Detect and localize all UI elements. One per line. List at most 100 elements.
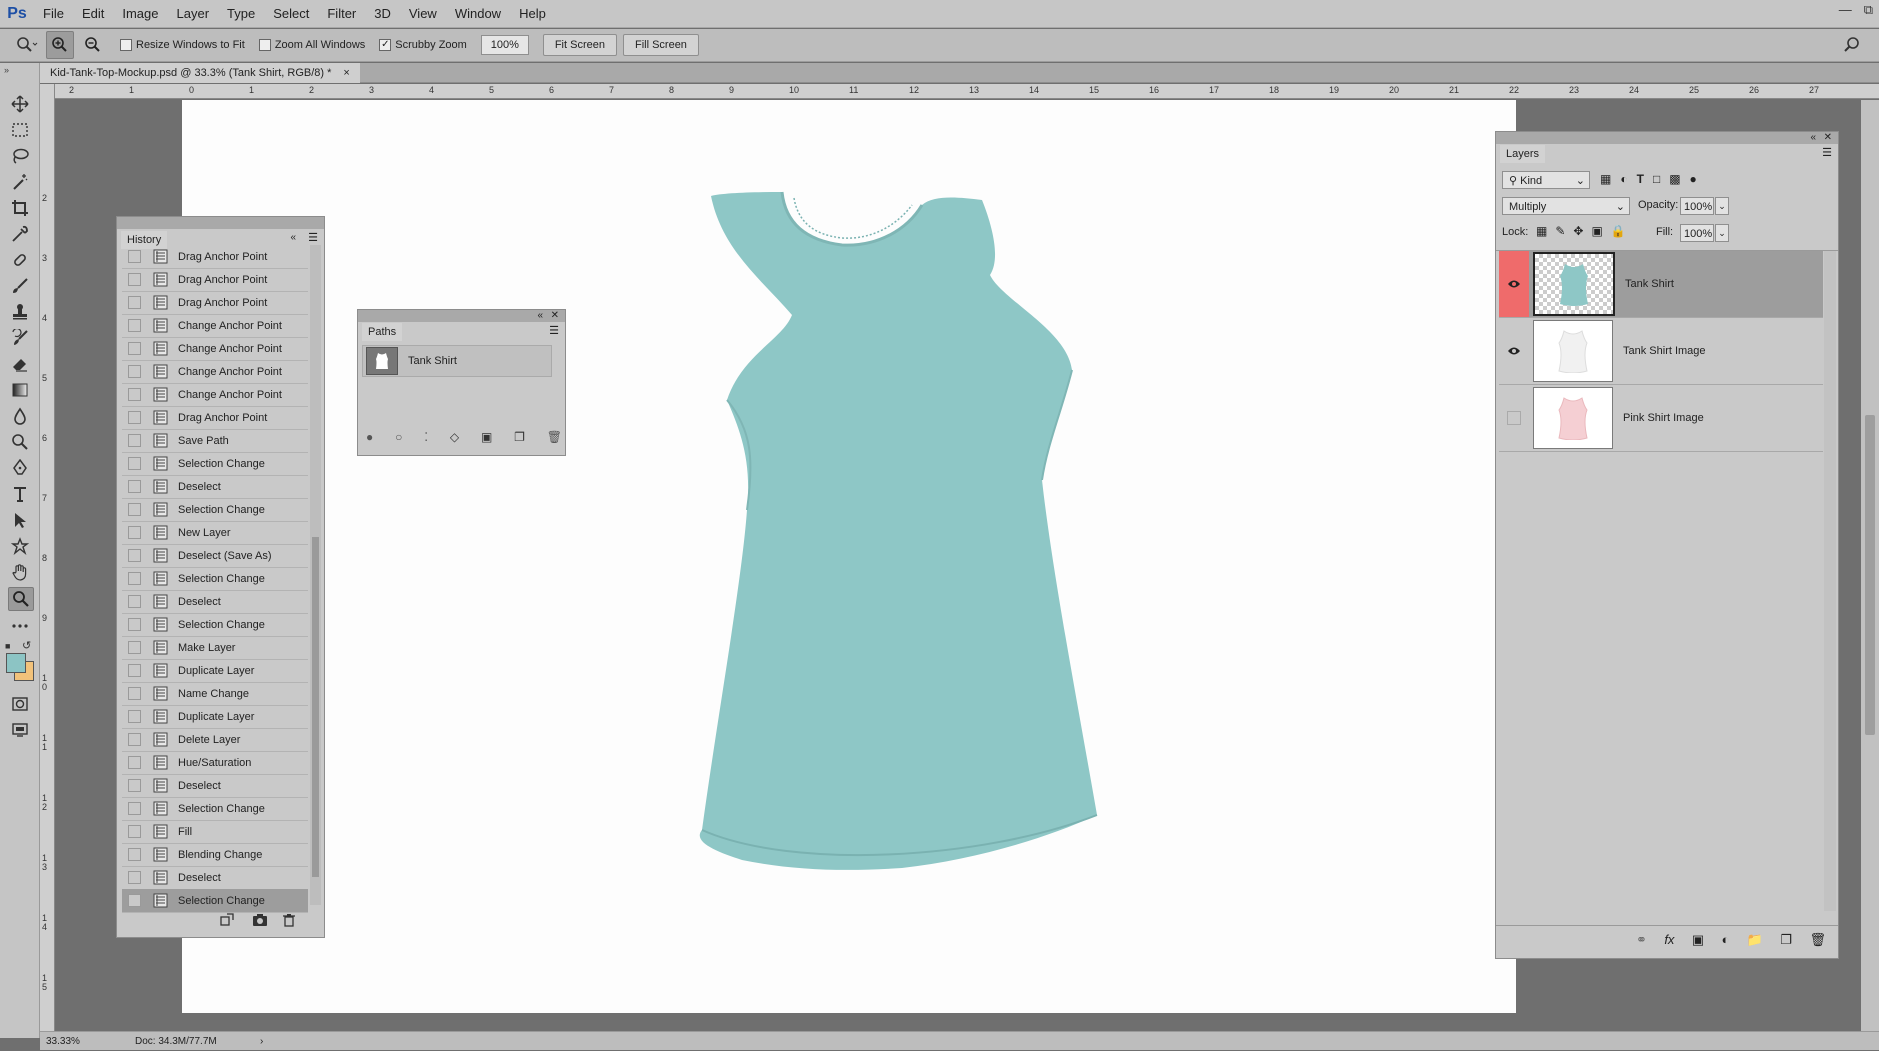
menu-window[interactable]: Window [446, 0, 510, 28]
lock-all-icon[interactable]: 🔒 [1611, 224, 1626, 238]
more-tools-icon[interactable] [8, 615, 32, 637]
history-brush-source-checkbox[interactable] [128, 549, 141, 562]
paths-menu-icon[interactable]: ☰ [549, 324, 559, 337]
history-brush-source-checkbox[interactable] [128, 871, 141, 884]
blur-tool-icon[interactable] [8, 405, 32, 427]
load-path-as-selection-icon[interactable]: ⁚ [424, 430, 428, 444]
history-brush-source-checkbox[interactable] [128, 365, 141, 378]
gradient-tool-icon[interactable] [8, 379, 32, 401]
swap-colors-icon[interactable]: ↺ [22, 639, 31, 652]
history-state-row[interactable]: Deselect [122, 590, 308, 614]
layers-scrollbar[interactable] [1824, 251, 1836, 911]
new-path-icon[interactable]: ❐ [514, 430, 525, 444]
history-brush-source-checkbox[interactable] [128, 434, 141, 447]
link-layers-icon[interactable]: ⚭ [1636, 932, 1647, 948]
history-brush-source-checkbox[interactable] [128, 687, 141, 700]
filter-toggle-icon[interactable]: ● [1690, 172, 1697, 186]
resize-windows-box[interactable] [120, 39, 132, 51]
pixel-filter-icon[interactable]: ▦ [1600, 172, 1611, 186]
history-state-row[interactable]: Name Change [122, 682, 308, 706]
history-state-row[interactable]: Selection Change [122, 498, 308, 522]
scrubby-zoom-checkbox[interactable]: ✓ Scrubby Zoom [379, 39, 467, 51]
history-state-row[interactable]: Selection Change [122, 613, 308, 637]
zoom-icon[interactable] [14, 32, 40, 58]
add-layer-mask-icon[interactable]: ▣ [1692, 932, 1704, 948]
restore-icon[interactable]: ⧉ [1864, 2, 1873, 18]
menu-filter[interactable]: Filter [318, 0, 365, 28]
opacity-dropdown-icon[interactable]: ⌄ [1715, 197, 1729, 215]
lock-artboard-icon[interactable]: ▣ [1591, 224, 1602, 238]
hand-tool-icon[interactable] [8, 561, 32, 583]
opacity-field[interactable]: 100% [1680, 197, 1714, 215]
magic-wand-tool-icon[interactable] [8, 171, 32, 193]
menu-image[interactable]: Image [113, 0, 167, 28]
delete-layer-icon[interactable]: 🗑 [1809, 932, 1826, 948]
history-brush-source-checkbox[interactable] [128, 526, 141, 539]
fill-screen-button[interactable]: Fill Screen [622, 34, 699, 56]
paths-collapse-icon[interactable]: « [537, 310, 543, 321]
menu-select[interactable]: Select [264, 0, 318, 28]
fill-dropdown-icon[interactable]: ⌄ [1715, 224, 1729, 242]
scrubby-zoom-box[interactable]: ✓ [379, 39, 392, 51]
history-state-row[interactable]: Fill [122, 820, 308, 844]
history-brush-source-checkbox[interactable] [128, 825, 141, 838]
history-state-row[interactable]: Change Anchor Point [122, 337, 308, 361]
history-state-row[interactable]: Selection Change [122, 452, 308, 476]
history-state-row[interactable]: Deselect [122, 866, 308, 890]
history-state-row[interactable]: Drag Anchor Point [122, 291, 308, 315]
clone-stamp-tool-icon[interactable] [8, 301, 32, 323]
zoom-all-windows-box[interactable] [258, 39, 271, 51]
history-state-row[interactable]: Selection Change [122, 567, 308, 591]
type-tool-icon[interactable] [8, 483, 32, 505]
close-tab-icon[interactable]: × [343, 63, 349, 83]
eraser-tool-icon[interactable] [8, 353, 32, 375]
zoom-out-icon[interactable] [80, 32, 106, 58]
menu-edit[interactable]: Edit [73, 0, 113, 28]
history-brush-source-checkbox[interactable] [128, 756, 141, 769]
layers-close-icon[interactable]: ✕ [1824, 132, 1832, 143]
history-brush-source-checkbox[interactable] [128, 342, 141, 355]
healing-brush-tool-icon[interactable] [8, 249, 32, 271]
pen-tool-icon[interactable] [8, 457, 32, 479]
layers-tab[interactable]: Layers [1500, 145, 1546, 163]
history-brush-source-checkbox[interactable] [128, 572, 141, 585]
history-brush-source-checkbox[interactable] [128, 411, 141, 424]
delete-path-icon[interactable]: 🗑 [547, 430, 562, 444]
history-collapse-icon[interactable]: « [290, 232, 296, 243]
smart-object-filter-icon[interactable]: ▩ [1669, 172, 1680, 186]
history-state-row[interactable]: Drag Anchor Point [122, 245, 308, 269]
status-zoom[interactable]: 33.33% [46, 1032, 80, 1051]
zoom-in-icon[interactable] [46, 31, 74, 59]
lock-image-pixels-icon[interactable]: ✎ [1555, 224, 1565, 238]
minimize-icon[interactable]: — [1839, 2, 1852, 18]
history-state-row[interactable]: Deselect [122, 475, 308, 499]
history-state-row[interactable]: Deselect (Save As) [122, 544, 308, 568]
history-brush-source-checkbox[interactable] [128, 480, 141, 493]
menu-view[interactable]: View [400, 0, 446, 28]
history-brush-source-checkbox[interactable] [128, 641, 141, 654]
blend-mode-select[interactable]: Multiply ⌄ [1502, 197, 1630, 215]
history-state-row[interactable]: Drag Anchor Point [122, 268, 308, 292]
quick-mask-icon[interactable] [8, 693, 32, 715]
foreground-color-swatch[interactable] [6, 653, 26, 673]
layer-filter-kind-select[interactable]: ⚲ Kind ⌄ [1502, 171, 1590, 189]
dodge-tool-icon[interactable] [8, 431, 32, 453]
crop-tool-icon[interactable] [8, 197, 32, 219]
new-layer-icon[interactable]: ❐ [1780, 932, 1792, 948]
history-brush-source-checkbox[interactable] [128, 664, 141, 677]
screen-mode-icon[interactable] [8, 719, 32, 741]
paths-tab[interactable]: Paths [362, 323, 403, 341]
default-colors-icon[interactable]: ■ [5, 641, 10, 651]
new-snapshot-icon[interactable] [252, 913, 268, 927]
layer-row-tank-shirt[interactable]: Tank Shirt [1499, 251, 1823, 318]
history-brush-source-checkbox[interactable] [128, 848, 141, 861]
history-state-row[interactable]: Deselect [122, 774, 308, 798]
history-state-row[interactable]: Selection Change [122, 797, 308, 821]
history-state-row[interactable]: Save Path [122, 429, 308, 453]
delete-state-icon[interactable] [282, 913, 296, 927]
new-group-icon[interactable]: 📁 [1747, 932, 1763, 948]
stroke-path-icon[interactable]: ○ [395, 430, 402, 444]
visibility-toggle-empty[interactable] [1499, 385, 1529, 451]
menu-layer[interactable]: Layer [168, 0, 219, 28]
menu-file[interactable]: File [34, 0, 73, 28]
